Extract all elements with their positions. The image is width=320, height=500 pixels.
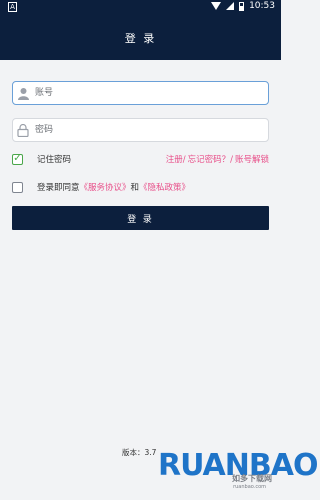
unlock-account-link[interactable]: 账号解锁 <box>235 153 269 165</box>
user-icon <box>15 85 31 101</box>
service-agreement-link[interactable]: 《服务协议》 <box>80 181 131 193</box>
register-link[interactable]: 注册/ <box>166 153 186 165</box>
page-title: 登 录 <box>124 31 157 45</box>
battery-icon <box>239 1 245 11</box>
signal-icon <box>226 2 235 10</box>
forgot-password-link[interactable]: 忘记密码？/ <box>188 153 233 165</box>
wifi-icon <box>211 2 222 10</box>
remember-label: 记住密码 <box>37 155 72 165</box>
privacy-policy-link[interactable]: 《隐私政策》 <box>139 181 190 193</box>
login-button[interactable]: 登 录 <box>12 206 269 230</box>
watermark-url: ruanbao.com <box>233 484 266 490</box>
account-input[interactable] <box>33 87 237 99</box>
checkmark-icon: ✓ <box>13 153 22 164</box>
remember-checkbox[interactable]: ✓ <box>12 153 23 165</box>
watermark-logo: RUANBAO 如多下载网 ruanbao.com <box>158 448 318 490</box>
notification-icon: A <box>8 2 17 12</box>
status-bar: A 10:53 <box>0 0 281 15</box>
agreement-checkbox[interactable] <box>12 181 23 193</box>
account-links: 注册/ 忘记密码？/ 账号解锁 <box>166 153 269 165</box>
status-icons: 10:53 <box>211 1 275 11</box>
password-field[interactable] <box>12 118 269 142</box>
account-field[interactable] <box>12 81 269 105</box>
remember-row: ✓ 记住密码 注册/ 忘记密码？/ 账号解锁 <box>12 151 269 167</box>
agreement-prefix: 登录即同意 <box>37 183 80 193</box>
watermark-sub: 如多下载网 <box>232 474 272 483</box>
status-time: 10:53 <box>249 1 275 11</box>
agreement-and: 和 <box>130 183 140 193</box>
app-bar: 登 录 <box>0 15 281 60</box>
version-text: 版本：3.7 <box>122 448 157 457</box>
lock-icon <box>15 122 31 138</box>
agreement-row: 登录即同意 《服务协议》 和 《隐私政策》 <box>12 179 269 195</box>
password-input[interactable] <box>33 124 237 136</box>
